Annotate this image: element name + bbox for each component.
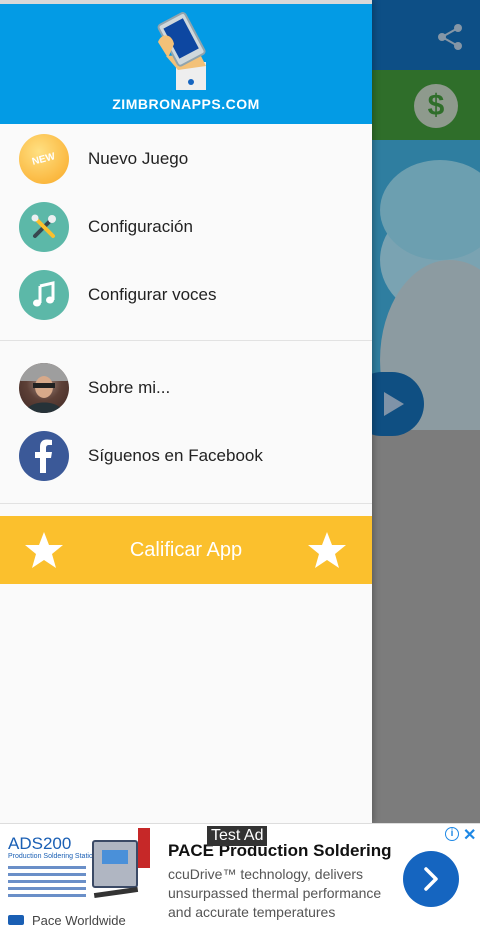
- ad-image[interactable]: ADS200 Production Soldering Station Pace…: [0, 826, 150, 932]
- test-ad-label: Test Ad: [207, 826, 268, 846]
- new-badge-text: NEW: [31, 150, 57, 168]
- menu-item-settings[interactable]: Configuración: [0, 193, 372, 261]
- dollar-icon[interactable]: $: [414, 84, 458, 128]
- new-badge-icon: NEW: [19, 134, 69, 184]
- ad-close-icon[interactable]: ✕: [463, 825, 476, 845]
- ad-banner[interactable]: ADS200 Production Soldering Station Pace…: [0, 823, 480, 934]
- ad-info-icon[interactable]: i: [445, 827, 459, 841]
- facebook-icon: [19, 431, 69, 481]
- avatar: [19, 363, 69, 413]
- navigation-drawer: ZIMBRONAPPS.COM NEW Nuevo Juego Configur…: [0, 0, 372, 823]
- ad-description: ccuDrive™ technology, delivers unsurpass…: [168, 866, 382, 920]
- ad-image-title: ADS200: [8, 834, 72, 853]
- ad-advertiser: Pace Worldwide: [32, 913, 126, 928]
- menu-label-settings: Configuración: [88, 217, 193, 236]
- menu-label-facebook: Síguenos en Facebook: [88, 446, 263, 465]
- soldering-station-image: [92, 840, 138, 888]
- share-icon[interactable]: [436, 22, 464, 52]
- star-icon: [25, 532, 63, 568]
- menu-item-new-game[interactable]: NEW Nuevo Juego: [0, 125, 372, 193]
- drawer-header: ZIMBRONAPPS.COM: [0, 0, 372, 124]
- brand-label: ZIMBRONAPPS.COM: [112, 96, 260, 112]
- ad-image-bullets: [8, 866, 90, 901]
- ad-open-button[interactable]: [403, 851, 459, 907]
- divider: [0, 340, 372, 341]
- app-logo: [157, 12, 206, 90]
- tools-icon: [19, 202, 69, 252]
- menu-item-voices[interactable]: Configurar voces: [0, 261, 372, 329]
- menu-label-about: Sobre mi...: [88, 378, 171, 397]
- ad-image-subtitle: Production Soldering Station: [8, 853, 97, 860]
- chevron-right-icon: [424, 867, 438, 891]
- rate-app-label: Calificar App: [129, 538, 243, 561]
- soldering-iron-image: [93, 886, 139, 899]
- ad-image-accent: [138, 828, 150, 868]
- star-icon: [308, 532, 346, 568]
- menu-label-new-game: Nuevo Juego: [88, 149, 189, 168]
- menu-item-facebook[interactable]: Síguenos en Facebook: [0, 422, 372, 490]
- status-line: [0, 0, 372, 4]
- rate-app-button[interactable]: Calificar App: [0, 516, 372, 584]
- menu-label-voices: Configurar voces: [88, 285, 217, 304]
- menu-item-about[interactable]: Sobre mi...: [0, 354, 372, 422]
- pace-logo: [8, 915, 24, 925]
- ad-title[interactable]: PACE Production Soldering: [168, 841, 392, 861]
- music-note-icon: [19, 270, 69, 320]
- divider: [0, 503, 372, 504]
